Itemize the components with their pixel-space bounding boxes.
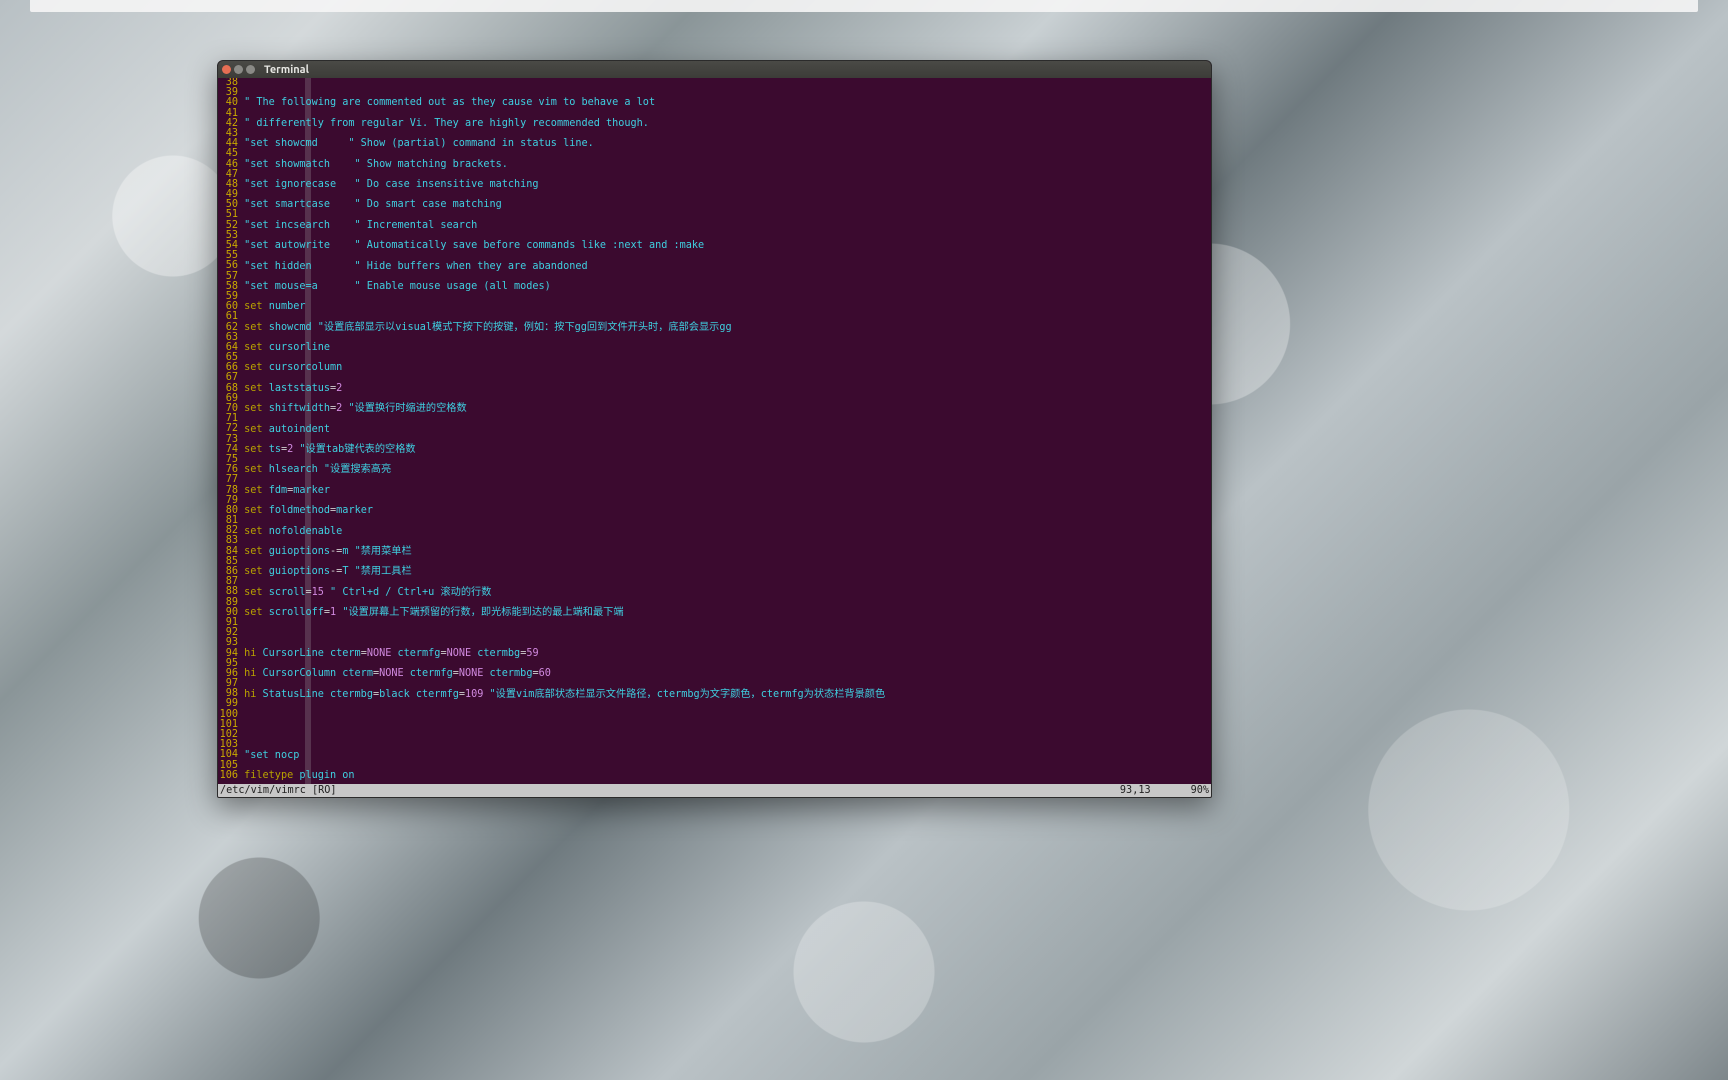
- code-line: set laststatus=2: [238, 384, 1211, 394]
- window-minimize-icon[interactable]: [234, 65, 243, 74]
- code-line: [238, 731, 1211, 741]
- code-line: filetype plugin on: [238, 771, 1211, 781]
- status-position: 93,13: [1120, 784, 1151, 797]
- window-titlebar[interactable]: Terminal: [218, 61, 1211, 78]
- code-line: set shiftwidth=2 "设置换行时缩进的空格数: [238, 404, 1211, 414]
- line-number: 45: [218, 149, 238, 159]
- code-line: hi CursorColumn cterm=NONE ctermfg=NONE …: [238, 669, 1211, 679]
- code-line: set hlsearch "设置搜索高亮: [238, 465, 1211, 475]
- code-line: set nofoldenable: [238, 527, 1211, 537]
- code-line: [238, 629, 1211, 639]
- code-line: "set smartcase " Do smart case matching: [238, 200, 1211, 210]
- code-line: set number: [238, 302, 1211, 312]
- desktop-top-panel: [30, 0, 1698, 12]
- code-line: " The following are commented out as the…: [238, 98, 1211, 108]
- window-title: Terminal: [264, 64, 309, 76]
- code-line: "set autowrite " Automatically save befo…: [238, 241, 1211, 251]
- code-line: set guioptions-=m "禁用菜单栏: [238, 547, 1211, 557]
- code-line: "set ignorecase " Do case insensitive ma…: [238, 180, 1211, 190]
- code-line: set fdm=marker: [238, 486, 1211, 496]
- code-line: hi CursorLine cterm=NONE ctermfg=NONE ct…: [238, 649, 1211, 659]
- line-number: 61: [218, 312, 238, 322]
- terminal-window[interactable]: Terminal 3839404142434445464748495051525…: [217, 60, 1212, 798]
- code-area[interactable]: " The following are commented out as the…: [238, 78, 1211, 784]
- vim-editor[interactable]: 3839404142434445464748495051525354555657…: [218, 78, 1211, 797]
- window-close-icon[interactable]: [222, 65, 231, 74]
- code-line: set autoindent: [238, 425, 1211, 435]
- code-line: "set showcmd " Show (partial) command in…: [238, 139, 1211, 149]
- window-maximize-icon[interactable]: [246, 65, 255, 74]
- status-percent: 90%: [1191, 784, 1209, 797]
- code-line: set foldmethod=marker: [238, 506, 1211, 516]
- desktop-wallpaper: Terminal 3839404142434445464748495051525…: [0, 0, 1728, 1080]
- code-line: set scroll=15 " Ctrl+d / Ctrl+u 滚动的行数: [238, 588, 1211, 598]
- vim-statusbar: /etc/vim/vimrc [RO] 93,13 90%: [218, 784, 1211, 797]
- code-line: set cursorcolumn: [238, 363, 1211, 373]
- code-line: " differently from regular Vi. They are …: [238, 119, 1211, 129]
- line-number: 77: [218, 475, 238, 485]
- code-line: "set hidden " Hide buffers when they are…: [238, 262, 1211, 272]
- code-line: set scrolloff=1 "设置屏幕上下端预留的行数，即光标能到达的最上端…: [238, 608, 1211, 618]
- code-line: "set mouse=a " Enable mouse usage (all m…: [238, 282, 1211, 292]
- code-line: set showcmd "设置底部显示以visual模式下按下的按键，例如：按下…: [238, 323, 1211, 333]
- code-line: set cursorline: [238, 343, 1211, 353]
- code-line: set guioptions-=T "禁用工具栏: [238, 567, 1211, 577]
- code-line: [238, 78, 1211, 88]
- line-number-gutter: 3839404142434445464748495051525354555657…: [218, 78, 238, 784]
- code-line: set ts=2 "设置tab键代表的空格数: [238, 445, 1211, 455]
- code-line: "set incsearch " Incremental search: [238, 221, 1211, 231]
- code-line: "set showmatch " Show matching brackets.: [238, 160, 1211, 170]
- status-file: /etc/vim/vimrc [RO]: [220, 784, 337, 797]
- code-line: "set nocp: [238, 751, 1211, 761]
- code-line: [238, 710, 1211, 720]
- line-number: 93: [218, 638, 238, 648]
- line-number: 106: [218, 771, 238, 781]
- code-line: hi StatusLine ctermbg=black ctermfg=109 …: [238, 690, 1211, 700]
